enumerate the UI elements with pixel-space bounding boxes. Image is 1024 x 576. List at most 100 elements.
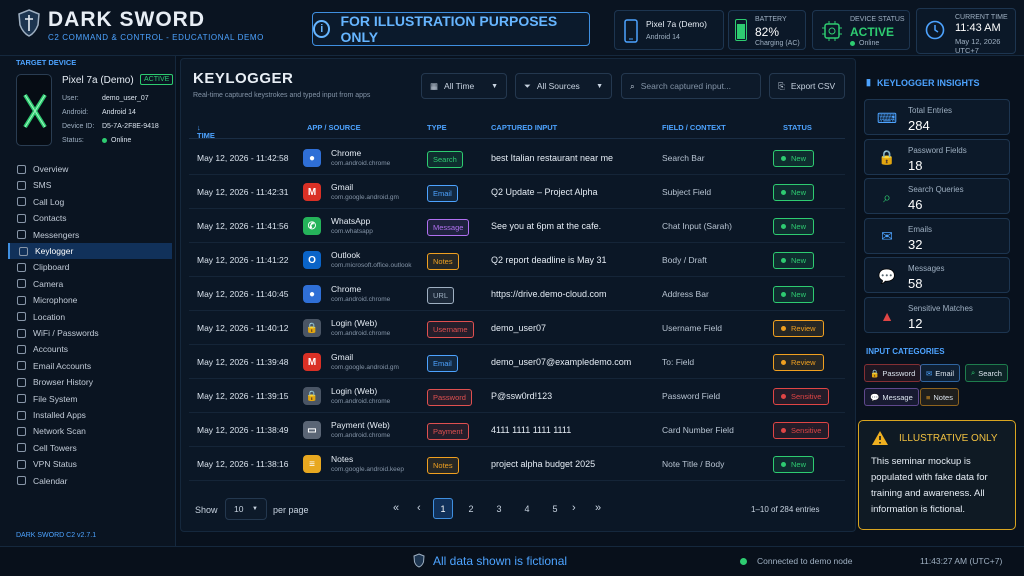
sidebar-item-label: Call Log [33,196,65,207]
device-card[interactable]: Pixel 7a (Demo) Android 14 [614,10,724,50]
row-status-badge: New [773,252,815,269]
table-row[interactable]: May 12, 2026 - 11:42:58 ● Chrome com.androi… [189,141,845,175]
target-field-text: Online [111,137,132,144]
stat-value: 32 [908,236,923,252]
row-input: P@ssw0rd!123 [491,391,553,401]
stat-label: Messages [908,264,945,273]
category-chip-notes[interactable]: ≡ Notes [920,388,959,406]
row-time: May 12, 2026 - 11:41:22 [197,255,289,265]
sidebar-item-vpn-status[interactable]: VPN Status [8,456,172,472]
sidebar-item-wifi-passwords[interactable]: WiFi / Passwords [8,325,172,341]
keyboard-icon: ⌨ [876,109,898,126]
category-chip-password[interactable]: 🔒 Password [864,364,922,382]
sidebar-item-camera[interactable]: Camera [8,276,172,292]
device-name: Pixel 7a (Demo) [646,19,707,29]
row-package: com.whatsapp [331,228,373,235]
last-page-icon[interactable]: » [595,502,601,514]
table-row[interactable]: May 12, 2026 - 11:41:22 O Outlook com.micro… [189,243,845,277]
sidebar-item-keylogger[interactable]: Keylogger [8,243,172,259]
sidebar-item-installed-apps[interactable]: Installed Apps [8,407,172,423]
export-icon: ⎘ [778,80,785,91]
stat-label: Sensitive Matches [908,303,973,313]
table-row[interactable]: May 12, 2026 - 11:41:56 ✆ WhatsApp com.what… [189,209,845,243]
sidebar-item-cell-towers[interactable]: Cell Towers [8,440,172,456]
table-row[interactable]: May 12, 2026 - 11:39:48 M Gmail com.google.… [189,345,845,379]
sidebar-item-contacts[interactable]: Contacts [8,210,172,226]
first-page-icon[interactable]: « [393,502,399,514]
target-name: Pixel 7a (Demo) [62,75,134,86]
stat-emails: ✉ Emails 32 [864,217,1010,254]
sidebar-item-call-log[interactable]: Call Log [8,194,172,210]
battery-card: BATTERY 82% Charging (AC) [728,10,806,50]
sidebar-item-overview[interactable]: Overview [8,161,172,177]
next-page-icon[interactable]: › [572,502,576,514]
per-page-select[interactable]: 10 ▼ [225,498,267,520]
table-row[interactable]: May 12, 2026 - 11:40:12 🔒 Login (Web) com.a… [189,311,845,345]
sidebar-item-label: Email Accounts [33,360,92,371]
status-dot [781,326,786,331]
target-field-label: Status: [62,137,84,144]
sidebar-item-label: File System [33,393,78,404]
phone-image [16,74,52,146]
nav-icon [17,410,26,420]
shield-logo-icon [18,9,40,37]
category-chip-search[interactable]: ⌕ Search [965,364,1008,382]
table-row[interactable]: May 12, 2026 - 11:40:45 ● Chrome com.androi… [189,277,845,311]
source-filter[interactable]: ⏷ All Sources ▼ [515,73,612,99]
table-row[interactable]: May 12, 2026 - 11:38:16 ≡ Notes com.google.… [189,447,845,481]
table-row[interactable]: May 12, 2026 - 11:39:15 🔒 Login (Web) com.a… [189,379,845,413]
sidebar-item-location[interactable]: Location [8,309,172,325]
top-header: DARK SWORD C2 COMMAND & CONTROL - EDUCAT… [0,0,1024,56]
sidebar-item-file-system[interactable]: File System [8,391,172,407]
table-row[interactable]: May 12, 2026 - 11:42:31 M Gmail com.google.… [189,175,845,209]
sidebar-item-network-scan[interactable]: Network Scan [8,423,172,439]
export-csv-button[interactable]: ⎘ Export CSV [769,73,845,99]
sidebar-item-calendar[interactable]: Calendar [8,473,172,489]
clock-date: May 12, 2026 UTC+7 [955,37,1001,55]
sidebar-item-label: SMS [33,180,52,191]
time-filter[interactable]: ▦ All Time ▼ [421,73,507,99]
page-4-button[interactable]: 4 [517,498,537,519]
page-5-button[interactable]: 5 [545,498,565,519]
card-icon: ▭ [303,421,321,439]
page-1-button[interactable]: 1 [433,498,453,519]
sidebar-item-clipboard[interactable]: Clipboard [8,259,172,275]
stat-value: 58 [908,276,923,291]
row-package: com.google.android.keep [331,466,404,473]
stat-label: Password Fields [908,145,967,155]
prev-page-icon[interactable]: ‹ [417,502,421,514]
row-package: com.android.chrome [331,398,391,405]
sidebar-item-messengers[interactable]: Messengers [8,227,172,243]
stat-messages: 💬 Messages 58 [864,257,1010,293]
row-app: Login (Web) [331,318,378,328]
chevron-down-icon: ▼ [252,506,258,512]
category-chip-message[interactable]: 💬 Message [864,388,919,406]
sidebar-item-microphone[interactable]: Microphone [8,292,172,308]
category-label: Email [935,368,955,378]
row-status-text: Sensitive [791,426,822,435]
page-2-button[interactable]: 2 [461,498,481,519]
banner-text: FOR ILLUSTRATION PURPOSES ONLY [340,13,558,45]
status-dot [781,394,786,399]
table-row[interactable]: May 12, 2026 - 11:38:49 ▭ Payment (Web) com… [189,413,845,447]
row-app: Notes [331,454,354,464]
filter-icon: ⏷ [524,80,531,91]
sidebar-item-sms[interactable]: SMS [8,177,172,193]
sidebar-item-browser-history[interactable]: Browser History [8,374,172,390]
sidebar-item-email-accounts[interactable]: Email Accounts [8,358,172,374]
row-time: May 12, 2026 - 11:40:12 [197,323,289,333]
status-dot [781,258,786,263]
nav-icon [17,279,26,289]
chrome-icon: ● [303,285,321,303]
clock-time: 11:43 AM [955,22,1001,34]
search-input[interactable]: ⌕ Search captured input... [621,73,761,99]
col-time[interactable]: TIME ↓ [197,123,215,140]
sidebar-item-label: WiFi / Passwords [33,328,99,338]
sidebar-item-accounts[interactable]: Accounts [8,341,172,357]
status-value: ACTIVE [850,25,895,39]
chat-icon: 💬 [878,267,896,284]
page-3-button[interactable]: 3 [489,498,509,519]
notice-body: This seminar mockup is populated with fa… [871,456,988,515]
category-chip-email[interactable]: ✉ Email [920,364,961,382]
row-input: 4111 1111 1111 1111 [491,425,572,435]
